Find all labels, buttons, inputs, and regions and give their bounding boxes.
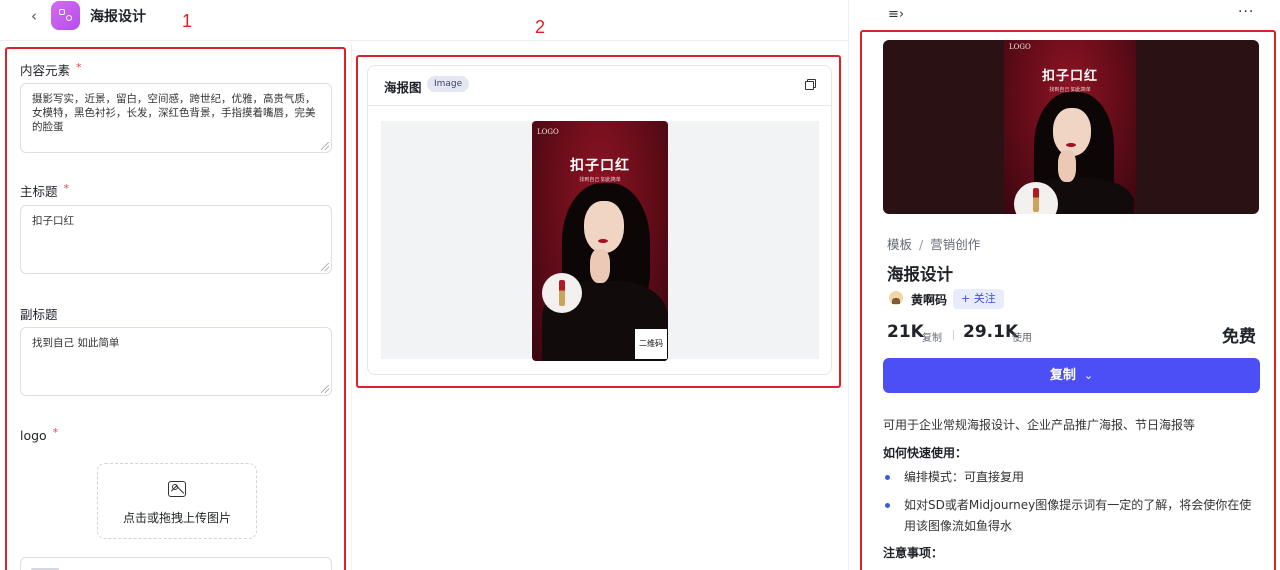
cover-logo: LOGO [1009,43,1031,51]
form-panel-divider [351,44,352,570]
breadcrumb-item[interactable]: 模板 [887,237,912,252]
upload-hint: 点击或拖拽上传图片 [122,511,231,525]
image-icon [168,481,186,497]
header-divider [0,40,848,41]
cover-model-hand [1058,150,1076,182]
input-form-panel: 内容元素 * 摄影写实，近景，留白，空间感，跨世纪，优雅，高贵气质，女模特，黑色衬… [5,47,346,570]
cover-model-lips [1066,143,1076,147]
subtitle-textarea[interactable]: 找到自己 如此简单 [20,327,332,396]
poster-logo: LOGO [537,128,559,136]
field-label-content: 内容元素 * [20,61,82,78]
top-bar: ‹ 海报设计 [0,0,848,34]
poster-preview-panel: 海报图 Image LOGO 扣子口红 找到自己 如此简单 二维码 [356,55,841,388]
follow-button[interactable]: + 关注 [953,289,1004,309]
resize-grip-icon[interactable] [321,263,329,271]
model-face [584,201,624,253]
cover-poster: LOGO 扣子口红 找到自己 如此简单 [1004,40,1136,214]
preview-card-header: 海报图 Image [368,66,831,106]
breadcrumb: 模板 / 营销创作 [887,237,981,252]
model-lips [598,239,608,243]
breadcrumb-item[interactable]: 营销创作 [930,237,980,252]
copies-label: 复制 [922,333,942,344]
annotation-number-2: 2 [535,17,546,37]
notes-heading: 注意事项： [883,546,944,560]
preview-area: LOGO 扣子口红 找到自己 如此简单 二维码 [381,121,819,361]
resize-grip-icon[interactable] [321,142,329,150]
lipstick-product [559,280,565,306]
template-detail-panel: LOGO 扣子口红 找到自己 如此简单 模板 / 营销创作 海报设计 黄啊码 + 关… [860,30,1276,570]
poster-subtitle: 找到自己 如此简单 [579,177,621,183]
price-label: 免费 [1222,327,1256,347]
field-label-subtitle: 副标题 [20,307,58,322]
sidebar-collapse-icon[interactable]: ≡› [888,8,904,21]
field-label-main-title: 主标题 * [20,182,70,199]
type-badge: Image [427,76,470,92]
resize-grip-icon[interactable] [321,385,329,393]
content-elements-textarea[interactable]: 摄影写实，近景，留白，空间感，跨世纪，优雅，高贵气质，女模特，黑色衬衫，长发，深… [20,83,332,153]
copy-template-button[interactable]: 复制 ⌄ [883,358,1260,393]
app-grid-icon [51,1,80,30]
list-item: 编排模式：可直接复用 [885,467,1255,488]
stat-separator [953,330,954,340]
template-description: 可用于企业常规海报设计、企业产品推广海报、节日海报等 [883,418,1196,432]
chevron-down-icon: ⌄ [1083,369,1094,382]
poster-qr-code: 二维码 [635,329,667,359]
template-cover-image[interactable]: LOGO 扣子口红 找到自己 如此简单 [883,40,1259,214]
poster-title: 扣子口红 [570,158,630,174]
chevron-left-icon[interactable]: ‹ [26,7,42,25]
cover-lipstick [1033,188,1039,212]
logo-upload-dropzone[interactable]: 点击或拖拽上传图片 [97,463,257,539]
uses-label: 使用 [1012,333,1032,344]
cover-title: 扣子口红 [1041,69,1098,84]
right-panel-divider [848,0,849,570]
annotation-number-1: 1 [182,11,193,31]
more-dots-icon[interactable]: ··· [1238,4,1254,20]
cover-model-face [1053,108,1091,156]
author-name[interactable]: 黄啊码 [911,291,947,308]
uses-count: 29.1K [963,322,1019,342]
how-to-use-heading: 如何快速使用： [883,446,968,460]
app-title: 海报设计 [90,9,146,25]
next-field[interactable] [20,557,332,570]
poster-image[interactable]: LOGO 扣子口红 找到自己 如此简单 二维码 [532,121,668,361]
copies-count: 21K [887,322,924,342]
list-item: 如对SD或者Midjourney图像提示词有一定的了解，将会使你在使用该图像流如… [885,495,1255,537]
model-hand [590,249,610,283]
main-title-textarea[interactable]: 扣子口红 [20,205,332,274]
template-title: 海报设计 [887,265,953,284]
preview-title: 海报图 [384,80,422,95]
avatar[interactable] [889,291,903,305]
field-label-logo: logo * [20,426,59,443]
copy-icon[interactable] [805,79,816,90]
preview-card: 海报图 Image LOGO 扣子口红 找到自己 如此简单 二维码 [367,65,832,375]
